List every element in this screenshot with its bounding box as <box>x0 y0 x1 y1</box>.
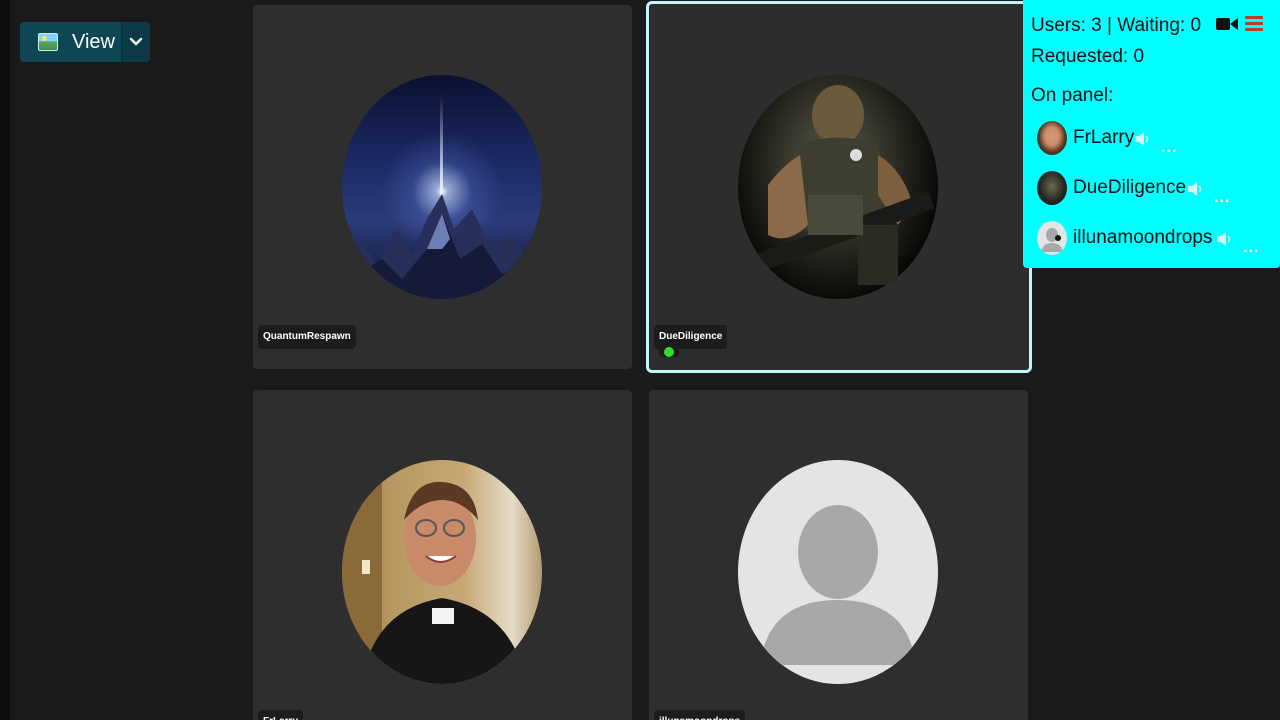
default-user-avatar <box>738 460 938 684</box>
left-edge-strip <box>0 0 10 720</box>
space-mountain-avatar <box>342 75 542 299</box>
participant-name-tag: illunamoondrops <box>654 710 746 720</box>
panel-user-name: DueDiligence <box>1073 177 1187 198</box>
view-button[interactable]: View <box>20 22 122 62</box>
speaker-icon[interactable] <box>1134 131 1152 147</box>
hamburger-menu-icon[interactable] <box>1245 16 1263 32</box>
more-options-button[interactable]: ... <box>1214 189 1230 207</box>
video-tile-frlarry[interactable]: FrLarry <box>253 390 632 720</box>
priest-photo-avatar <box>342 460 542 684</box>
video-tile-duediligence[interactable]: DueDiligence <box>646 1 1032 373</box>
speaker-icon[interactable] <box>1187 181 1205 197</box>
chevron-down-icon <box>129 37 143 46</box>
video-tile-illunamoondrops[interactable]: illunamoondrops <box>649 390 1028 720</box>
speaking-indicator-icon <box>659 345 679 357</box>
more-options-button[interactable]: ... <box>1161 139 1177 157</box>
panel-user-duediligence[interactable]: DueDiligence ... <box>1033 171 1278 207</box>
video-tile-quantumrespawn[interactable]: QuantumRespawn <box>253 5 632 369</box>
avatar <box>1037 121 1067 155</box>
participant-name-tag: QuantumRespawn <box>258 325 356 349</box>
more-options-button[interactable]: ... <box>1243 239 1259 257</box>
panel-user-frlarry[interactable]: FrLarry ... <box>1033 121 1278 157</box>
panel-user-name: illunamoondrops <box>1073 227 1213 248</box>
users-count-text: Users: 3 | Waiting: 0 <box>1031 15 1202 36</box>
on-panel-label: On panel: <box>1031 85 1114 106</box>
requested-count-text: Requested: 0 <box>1031 46 1145 67</box>
image-icon <box>38 33 58 51</box>
panel-user-illunamoondrops[interactable]: illunamoondrops ... <box>1033 221 1278 257</box>
speaker-icon[interactable] <box>1216 231 1234 247</box>
participants-panel: Users: 3 | Waiting: 0 Requested: 0 On pa… <box>1023 0 1280 268</box>
avatar <box>1037 171 1067 205</box>
panel-user-name: FrLarry <box>1073 127 1135 148</box>
soldier-avatar <box>738 75 938 299</box>
view-dropdown-toggle[interactable] <box>122 22 150 62</box>
participant-name-tag: FrLarry <box>258 710 304 720</box>
view-menu-button[interactable]: View <box>20 22 150 62</box>
video-camera-icon[interactable] <box>1216 16 1238 32</box>
avatar <box>1037 221 1067 255</box>
view-label: View <box>72 30 115 53</box>
